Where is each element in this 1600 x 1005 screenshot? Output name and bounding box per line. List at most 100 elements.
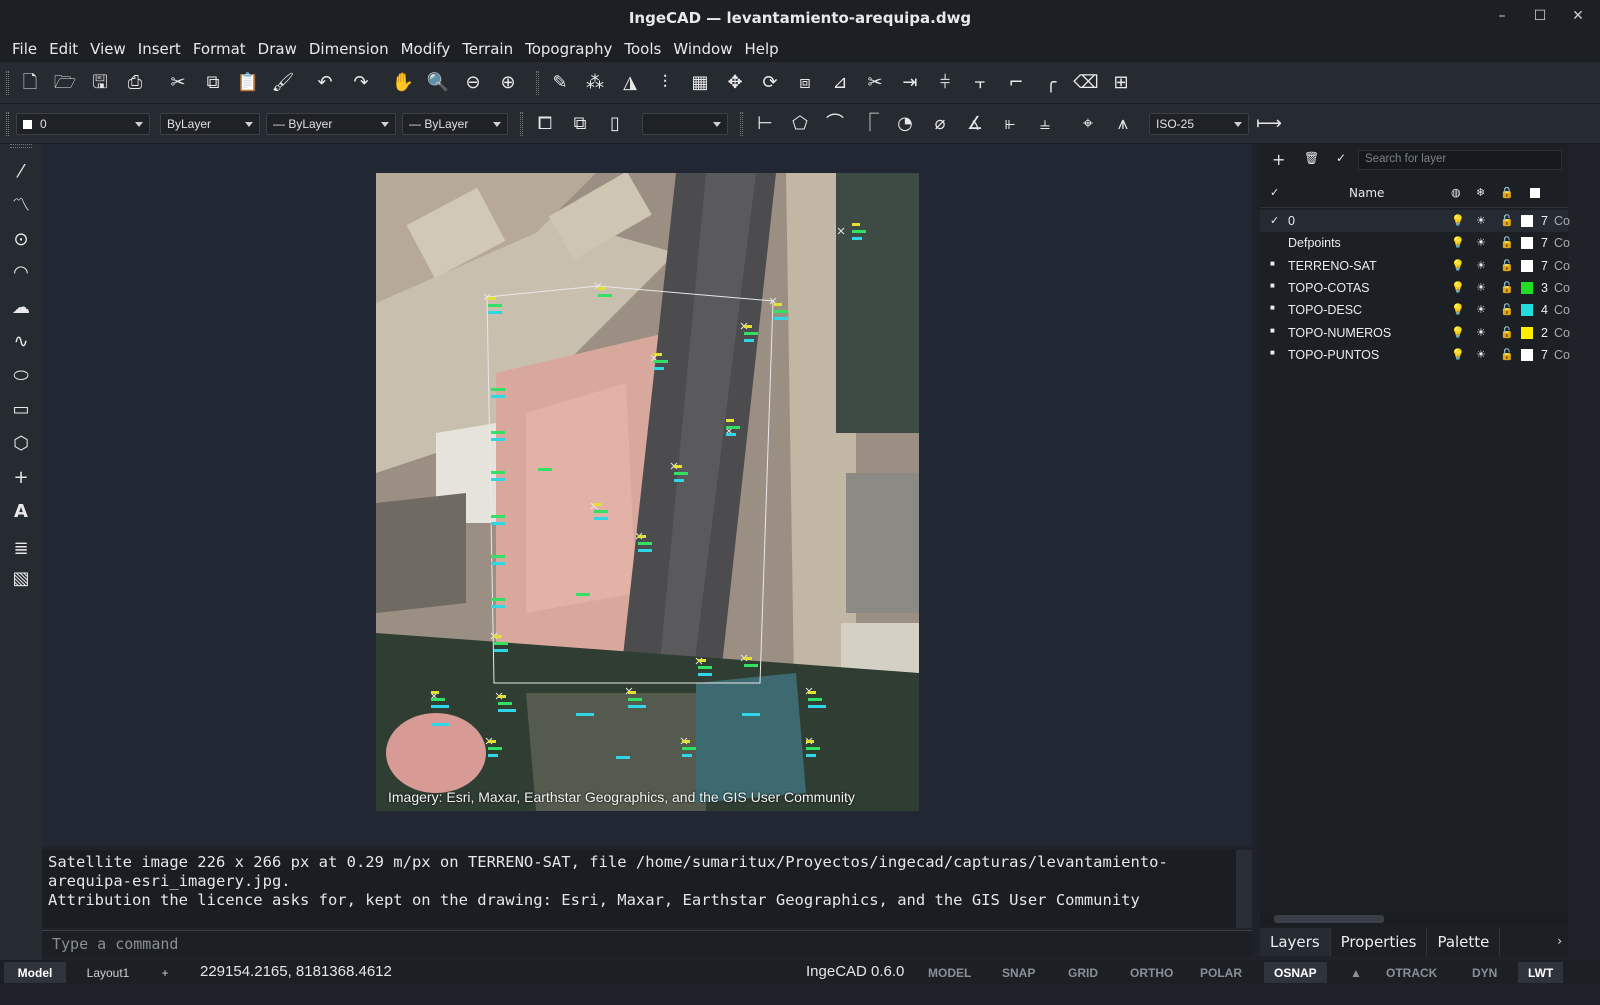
stretch-icon[interactable]: ⊿ bbox=[827, 70, 853, 96]
lineweight-combo[interactable]: — ByLayer bbox=[402, 113, 508, 135]
toggle-model[interactable]: MODEL bbox=[918, 962, 981, 983]
menu-terrain[interactable]: Terrain bbox=[456, 40, 519, 58]
command-input[interactable]: Type a command bbox=[42, 930, 1252, 956]
scale-icon[interactable]: ⧈ bbox=[792, 70, 818, 96]
layer-color-swatch[interactable] bbox=[1521, 281, 1533, 294]
tab-layout1[interactable]: Layout1 bbox=[76, 962, 140, 983]
layer-color-swatch[interactable] bbox=[1521, 326, 1533, 339]
command-history-scrollbar[interactable] bbox=[1236, 850, 1252, 928]
zoom-out-icon[interactable]: ⊖ bbox=[460, 70, 486, 96]
sun-icon[interactable]: ☀ bbox=[1476, 259, 1486, 272]
toolbar-grip[interactable] bbox=[10, 144, 32, 148]
linetype-combo[interactable]: — ByLayer bbox=[266, 113, 396, 135]
layer-bullet-icon[interactable]: ■ bbox=[1270, 348, 1275, 357]
circle-icon[interactable]: ⊙ bbox=[8, 227, 34, 253]
explode-icon[interactable]: ⊞ bbox=[1108, 70, 1134, 96]
toggle-dyn[interactable]: DYN bbox=[1462, 962, 1507, 983]
match-properties-icon[interactable]: 🖌 bbox=[270, 70, 296, 96]
toggle-lwt[interactable]: LWT bbox=[1518, 962, 1564, 983]
lock-icon[interactable]: 🔓 bbox=[1500, 281, 1514, 294]
scrollbar-thumb[interactable] bbox=[1274, 915, 1384, 923]
layer-bullet-icon[interactable]: ■ bbox=[1270, 303, 1275, 312]
toggle-otrack[interactable]: OTRACK bbox=[1376, 962, 1447, 983]
sun-icon[interactable]: ☀ bbox=[1476, 236, 1486, 249]
dim-center-icon[interactable]: ⌖ bbox=[1075, 111, 1101, 137]
arc-icon[interactable]: ◠ bbox=[8, 260, 34, 286]
name-column-header[interactable]: Name bbox=[1349, 186, 1384, 200]
menu-draw[interactable]: Draw bbox=[252, 40, 303, 58]
toolbar-grip[interactable] bbox=[6, 112, 9, 136]
menu-dimension[interactable]: Dimension bbox=[303, 40, 395, 58]
menu-insert[interactable]: Insert bbox=[132, 40, 187, 58]
layer-row[interactable]: ■ TOPO-COTAS 💡 ☀ 🔓 3 Co bbox=[1260, 277, 1570, 299]
open-file-icon[interactable]: 🗁 bbox=[52, 70, 78, 96]
erase-icon[interactable]: ⌫ bbox=[1073, 70, 1099, 96]
layer-color-swatch[interactable] bbox=[1521, 348, 1533, 361]
toolbar-grip[interactable] bbox=[536, 71, 539, 95]
block-icon[interactable]: ⧠ bbox=[532, 111, 558, 137]
point-icon[interactable]: + bbox=[8, 465, 34, 491]
dim-diameter-icon[interactable]: ⌀ bbox=[927, 111, 953, 137]
menu-view[interactable]: View bbox=[84, 40, 132, 58]
print-icon[interactable]: ⎙ bbox=[122, 70, 148, 96]
join-icon[interactable]: ⫟ bbox=[967, 70, 993, 96]
text-icon[interactable]: A bbox=[8, 499, 34, 525]
copy-icon[interactable]: ⧉ bbox=[200, 70, 226, 96]
layer-search-input[interactable]: Search for layer bbox=[1358, 150, 1562, 170]
bulb-icon[interactable]: 💡 bbox=[1451, 259, 1465, 272]
layer-bullet-icon[interactable]: ■ bbox=[1270, 326, 1275, 335]
add-layout-button[interactable]: + bbox=[150, 962, 180, 983]
sun-icon[interactable]: ☀ bbox=[1476, 281, 1486, 294]
sun-icon[interactable]: ☀ bbox=[1476, 348, 1486, 361]
dim-linear-icon[interactable]: ⊢ bbox=[752, 111, 778, 137]
toolbar-grip[interactable] bbox=[520, 112, 523, 136]
move-icon[interactable]: ✥ bbox=[722, 70, 748, 96]
toggle-polar-menu[interactable]: ▲ bbox=[1340, 962, 1372, 983]
array-icon[interactable]: ⁂ bbox=[582, 70, 608, 96]
mtext-icon[interactable]: ≣ bbox=[8, 536, 34, 562]
trim-icon[interactable]: ✂ bbox=[862, 70, 888, 96]
lock-icon[interactable]: 🔓 bbox=[1500, 236, 1514, 249]
toggle-osnap[interactable]: OSNAP bbox=[1264, 962, 1327, 983]
dim-aligned-icon[interactable]: ⬠ bbox=[787, 111, 813, 137]
layer-color-swatch[interactable] bbox=[1521, 304, 1533, 317]
paste-icon[interactable]: 📋 bbox=[235, 70, 261, 96]
close-button[interactable]: ✕ bbox=[1570, 8, 1586, 24]
dim-arc-icon[interactable]: ⌒ bbox=[822, 111, 848, 137]
redo-icon[interactable]: ↷ bbox=[348, 70, 374, 96]
color-column-icon[interactable] bbox=[1530, 188, 1540, 198]
current-layer-check-icon[interactable]: ✓ bbox=[1270, 214, 1279, 227]
tabs-more-icon[interactable]: › bbox=[1557, 934, 1562, 948]
zoom-in-icon[interactable]: ⊕ bbox=[495, 70, 521, 96]
dim-baseline-icon[interactable]: ⫦ bbox=[997, 111, 1023, 137]
lock-icon[interactable]: 🔓 bbox=[1500, 259, 1514, 272]
properties-pencil-icon[interactable]: ✎ bbox=[547, 70, 573, 96]
bulb-icon[interactable]: 💡 bbox=[1451, 303, 1465, 316]
extend-icon[interactable]: ⇥ bbox=[897, 70, 923, 96]
current-column-icon[interactable]: ✓ bbox=[1270, 186, 1279, 199]
panel-splitter[interactable] bbox=[1252, 144, 1260, 956]
menu-edit[interactable]: Edit bbox=[43, 40, 84, 58]
layer-color-swatch[interactable] bbox=[1521, 215, 1533, 227]
maximize-button[interactable]: ☐ bbox=[1532, 8, 1548, 24]
bulb-icon[interactable]: 💡 bbox=[1451, 236, 1465, 249]
dim-style-combo[interactable]: ISO-25 bbox=[1149, 113, 1249, 135]
pan-icon[interactable]: ✋ bbox=[390, 70, 416, 96]
dim-edit-icon[interactable]: ⩚ bbox=[1110, 111, 1136, 137]
tab-palette[interactable]: Palette bbox=[1427, 928, 1501, 956]
lock-icon[interactable]: 🔓 bbox=[1500, 326, 1514, 339]
bulb-icon[interactable]: 💡 bbox=[1451, 326, 1465, 339]
layer-bullet-icon[interactable]: ■ bbox=[1270, 281, 1275, 290]
visibility-column-icon[interactable]: ◍ bbox=[1451, 186, 1461, 199]
toggle-grid[interactable]: GRID bbox=[1058, 962, 1108, 983]
menu-format[interactable]: Format bbox=[187, 40, 252, 58]
set-current-layer-icon[interactable]: ✓ bbox=[1336, 151, 1346, 165]
mirror-icon[interactable]: ◮ bbox=[617, 70, 643, 96]
layer-row[interactable]: ■ TOPO-DESC 💡 ☀ 🔓 4 Co bbox=[1260, 299, 1570, 321]
sun-icon[interactable]: ☀ bbox=[1476, 326, 1486, 339]
layer-row[interactable]: ✓ 0 💡 ☀ 🔓 7 Co bbox=[1260, 210, 1570, 232]
toolbar-grip[interactable] bbox=[6, 71, 9, 95]
dim-angular-icon[interactable]: ∡ bbox=[962, 111, 988, 137]
add-layer-icon[interactable]: + bbox=[1272, 150, 1285, 169]
layer-bullet-icon[interactable]: ■ bbox=[1270, 259, 1275, 268]
